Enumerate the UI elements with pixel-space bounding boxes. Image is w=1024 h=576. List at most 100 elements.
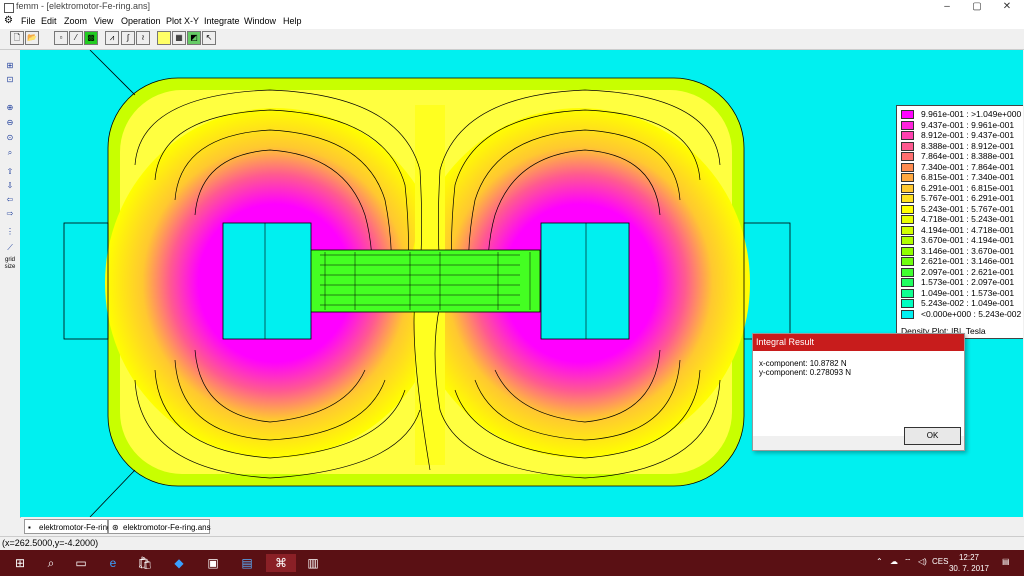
plot-xy-icon[interactable]: ⩘	[105, 31, 119, 45]
edge-browser-icon[interactable]: e	[98, 554, 128, 572]
integral-result-dialog[interactable]: Integral Result x-component: 10.8782 N y…	[752, 333, 965, 451]
left-coil-window	[222, 222, 312, 340]
close-icon[interactable]: ✕	[992, 0, 1022, 14]
dialog-title: Integral Result	[756, 337, 815, 347]
legend-label: 2.621e-001 : 3.146e-001	[921, 256, 1015, 266]
maximize-icon[interactable]: ▢	[962, 0, 992, 14]
legend-label: 3.670e-001 : 4.194e-001	[921, 235, 1015, 245]
menu-integrate[interactable]: Integrate	[204, 16, 240, 26]
dialog-title-bar[interactable]: Integral Result	[753, 334, 964, 351]
pan-right-icon[interactable]: ⇨	[3, 208, 17, 220]
media-app-icon[interactable]: ▣	[198, 554, 228, 572]
integrate-icon[interactable]: ∫	[121, 31, 135, 45]
grid-size-icon[interactable]: grid size	[3, 257, 17, 270]
snap-grid-icon[interactable]: ⊞	[3, 60, 17, 72]
menu-edit[interactable]: Edit	[41, 16, 57, 26]
windows-start-icon[interactable]: ⊞	[4, 554, 36, 572]
tray-language[interactable]: CES	[932, 557, 948, 566]
notepad-taskbar-icon[interactable]: ▥	[298, 554, 328, 572]
legend-label: 3.146e-001 : 3.670e-001	[921, 245, 1015, 256]
taskbar-clock[interactable]: 12:27 30. 7. 2017	[948, 552, 990, 574]
menu-zoom[interactable]: Zoom	[64, 16, 87, 26]
vector-plot-icon[interactable]: ↖	[202, 31, 216, 45]
rotor-region	[309, 249, 541, 313]
title-bar: femm - [elektromotor-Fe-ring.ans] – ▢ ✕	[0, 0, 1024, 14]
tab-fem-file[interactable]: ▪ elektromotor-Fe-ring	[24, 519, 111, 534]
flux-icon[interactable]: ≀	[136, 31, 150, 45]
dialog-body: x-component: 10.8782 N y-component: 0.27…	[753, 351, 964, 436]
pan-left-icon[interactable]: ⇦	[3, 194, 17, 206]
legend-swatch	[901, 257, 914, 266]
ok-button[interactable]: OK	[904, 427, 961, 445]
legend-swatch	[901, 131, 914, 140]
mesh-icon[interactable]: ▦	[172, 31, 186, 45]
legend-label: 1.049e-001 : 1.573e-001	[921, 287, 1015, 298]
open-folder-icon[interactable]: 📂	[25, 31, 39, 45]
legend-label: 6.291e-001 : 6.815e-001	[921, 182, 1015, 193]
menu-help[interactable]: Help	[283, 16, 302, 26]
pan-down-icon[interactable]: ⇩	[3, 180, 17, 192]
menu-bar: ⚙ File Edit Zoom View Operation Plot X-Y…	[0, 14, 1024, 29]
zoom-in-icon[interactable]: ⊕	[3, 102, 17, 114]
menu-file[interactable]: File	[21, 16, 36, 26]
legend-label: 5.243e-002 : 1.049e-001	[921, 298, 1015, 308]
coordinate-readout: (x=262.5000,y=-4.2000)	[2, 538, 99, 548]
window-title: femm - [elektromotor-Fe-ring.ans]	[16, 1, 151, 11]
legend-swatch	[901, 173, 914, 182]
pan-up-icon[interactable]: ⇧	[3, 166, 17, 178]
menu-window[interactable]: Window	[244, 16, 276, 26]
legend-label: 2.097e-001 : 2.621e-001	[921, 266, 1015, 277]
legend-label: 5.767e-001 : 6.291e-001	[921, 193, 1015, 203]
tab-ans-file[interactable]: ⊛ elektromotor-Fe-ring.ans	[108, 519, 211, 534]
point-mode-icon[interactable]: ▫	[54, 31, 68, 45]
new-file-icon[interactable]: 🗋	[10, 31, 24, 45]
notifications-icon[interactable]: ▤	[1002, 557, 1010, 566]
legend-label: 9.437e-001 : 9.961e-001	[921, 119, 1015, 130]
tray-volume-icon[interactable]: ◁)	[918, 557, 927, 566]
dropbox-icon[interactable]: ◆	[164, 554, 194, 572]
femm-taskbar-icon[interactable]: ⌘	[266, 554, 296, 572]
toolbar: 🗋 📂 ▫ ⁄ ▩ ⩘ ∫ ≀ ▦ ◩ ↖	[0, 29, 1024, 50]
tray-chevron-icon[interactable]: ⌃	[876, 557, 883, 566]
menu-view[interactable]: View	[94, 16, 113, 26]
contour-plot-icon[interactable]: ◩	[187, 31, 201, 45]
legend-swatch	[901, 183, 914, 193]
grid-dots-icon[interactable]: ⋮	[3, 226, 17, 238]
task-view-icon[interactable]: ▭	[66, 554, 96, 572]
right-coil-window	[540, 222, 630, 340]
legend-label: 5.243e-001 : 5.767e-001	[921, 203, 1015, 214]
legend-label: 8.388e-001 : 8.912e-001	[921, 140, 1015, 151]
grid-snap-icon[interactable]: ⟋	[3, 242, 17, 254]
show-grid-icon[interactable]: ⊡	[3, 74, 17, 86]
menu-operation[interactable]: Operation	[121, 16, 161, 26]
legend-swatch	[901, 267, 914, 277]
tray-onedrive-icon[interactable]: ☁	[890, 557, 898, 566]
legend-swatch	[901, 110, 914, 119]
save-app-icon[interactable]: ▤	[232, 554, 262, 572]
legend-swatch	[901, 162, 914, 172]
menu-plot-xy[interactable]: Plot X-Y	[166, 16, 199, 26]
solution-icon: ⊛	[112, 523, 119, 532]
search-icon[interactable]: ⌕	[36, 554, 66, 572]
zoom-out-icon[interactable]: ⊖	[3, 117, 17, 129]
app-menu-icon[interactable]: ⚙	[4, 15, 13, 26]
legend-swatch	[901, 215, 914, 224]
y-component-result: y-component: 0.278093 N	[759, 368, 852, 377]
left-toolbar: ⊞ ⊡ ⊕ ⊖ ⊙ ⌕ ⇧ ⇩ ⇦ ⇨ ⋮ ⟋ grid size	[0, 50, 21, 520]
left-boundary-box	[63, 222, 109, 340]
legend-swatch	[901, 246, 914, 256]
femm-app-icon	[4, 3, 14, 13]
area-mode-icon[interactable]: ▩	[84, 31, 98, 45]
x-component-result: x-component: 10.8782 N	[759, 359, 847, 368]
tray-network-icon[interactable]: ⌔	[904, 557, 912, 567]
density-plot-icon[interactable]	[157, 31, 171, 45]
minimize-icon[interactable]: –	[932, 0, 962, 14]
zoom-natural-icon[interactable]: ⊙	[3, 132, 17, 144]
legend-swatch	[901, 225, 914, 235]
legend-label: 7.864e-001 : 8.388e-001	[921, 151, 1015, 161]
store-icon[interactable]: 🛍	[130, 554, 160, 572]
zoom-window-icon[interactable]: ⌕	[3, 147, 17, 159]
contour-mode-icon[interactable]: ⁄	[69, 31, 83, 45]
legend-swatch	[901, 288, 914, 298]
density-legend: 9.961e-001 : >1.049e+000 9.437e-001 : 9.9…	[896, 105, 1023, 339]
